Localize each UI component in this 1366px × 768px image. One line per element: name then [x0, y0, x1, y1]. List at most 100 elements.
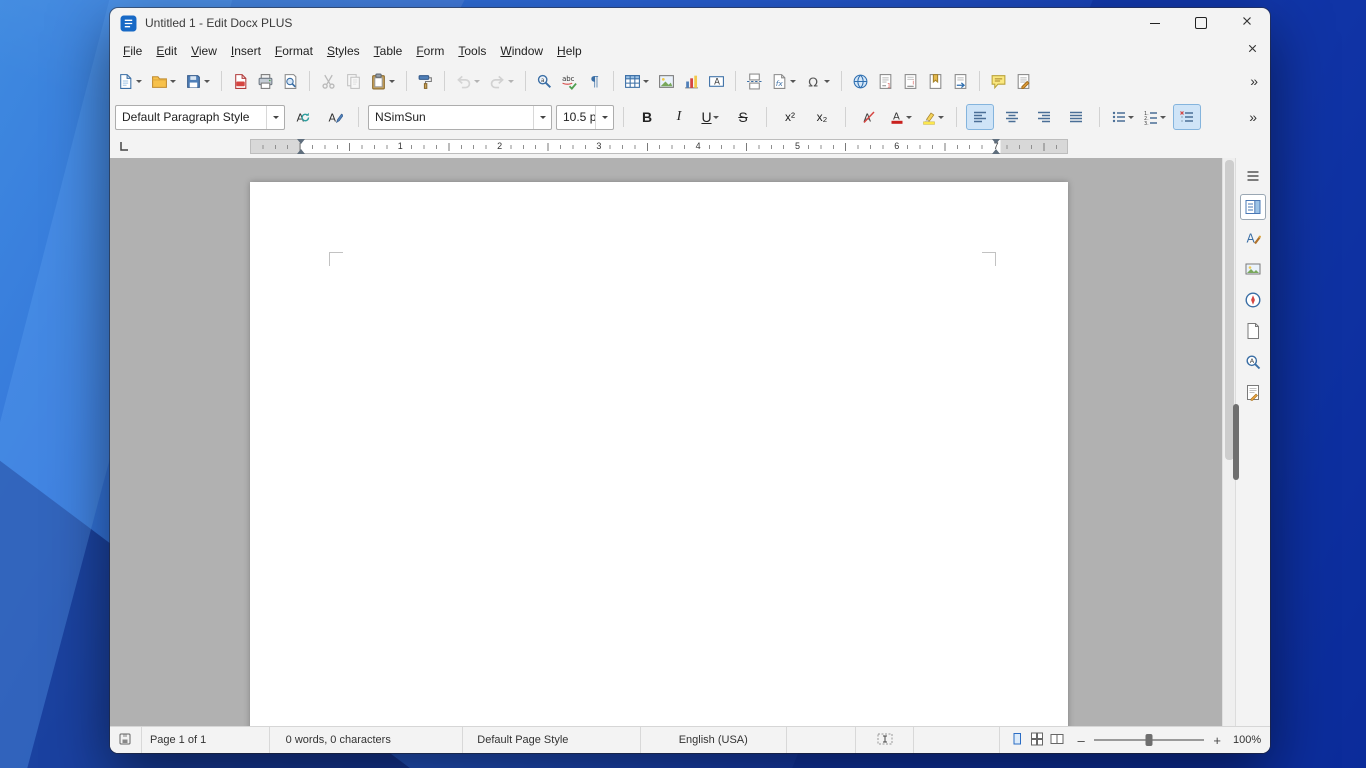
page-number-status[interactable]: Page 1 of 1 — [142, 727, 270, 753]
highlight-color-button[interactable] — [919, 104, 947, 130]
sidebar-accessibility-check-button[interactable] — [1240, 380, 1266, 406]
paragraph-style-combobox[interactable]: Default Paragraph Style — [115, 105, 285, 130]
view-multi-page-button[interactable] — [1030, 733, 1044, 747]
insert-endnote-button[interactable]: i — [899, 68, 922, 94]
titlebar[interactable]: Untitled 1 - Edit Docx PLUS — [110, 8, 1270, 38]
close-button[interactable] — [1224, 8, 1270, 38]
sidebar-gallery-button[interactable] — [1240, 256, 1266, 282]
insert-image-button[interactable] — [655, 68, 678, 94]
toolbar-overflow-button[interactable]: » — [1241, 73, 1266, 89]
dropdown-arrow-icon[interactable] — [134, 68, 143, 94]
subscript-button[interactable]: x₂ — [808, 104, 836, 130]
minimize-button[interactable] — [1132, 8, 1178, 38]
menu-file[interactable]: File — [116, 41, 149, 61]
first-line-indent-marker[interactable] — [297, 139, 305, 144]
align-left-button[interactable] — [966, 104, 994, 130]
menu-insert[interactable]: Insert — [224, 41, 268, 61]
insert-footnote-button[interactable]: 1 — [874, 68, 897, 94]
clear-formatting-button[interactable]: A — [855, 104, 883, 130]
undo-button[interactable] — [452, 68, 484, 94]
sidebar-navigator-button[interactable] — [1240, 287, 1266, 313]
dropdown-arrow-icon[interactable] — [168, 68, 177, 94]
sidebar-properties-button[interactable] — [1240, 194, 1266, 220]
dropdown-arrow-icon[interactable] — [506, 68, 515, 94]
update-style-button[interactable]: A — [289, 104, 317, 130]
dropdown-arrow-icon[interactable] — [1159, 105, 1168, 129]
close-document-button[interactable] — [1240, 40, 1264, 62]
sidebar-style-inspector-button[interactable]: A — [1240, 349, 1266, 375]
sidebar-styles-button[interactable]: A — [1240, 225, 1266, 251]
right-indent-marker[interactable] — [992, 149, 1000, 154]
sidebar-page-button[interactable] — [1240, 318, 1266, 344]
language-status[interactable]: English (USA) — [641, 727, 787, 753]
chevron-down-icon[interactable] — [533, 106, 551, 129]
dropdown-arrow-icon[interactable] — [822, 68, 831, 94]
new-style-button[interactable]: A — [321, 104, 349, 130]
zoom-slider[interactable] — [1094, 739, 1204, 741]
zoom-slider-thumb[interactable] — [1146, 734, 1153, 746]
insert-page-break-button[interactable] — [743, 68, 766, 94]
paste-button[interactable] — [367, 68, 399, 94]
menu-table[interactable]: Table — [367, 41, 410, 61]
strikethrough-button[interactable]: S — [729, 104, 757, 130]
underline-button[interactable]: U — [697, 104, 725, 130]
save-button[interactable] — [182, 68, 214, 94]
menu-window[interactable]: Window — [493, 41, 550, 61]
dropdown-arrow-icon[interactable] — [937, 105, 946, 129]
font-size-combobox[interactable]: 10.5 pt — [556, 105, 614, 130]
zoom-level-status[interactable]: 100% — [1224, 734, 1270, 746]
align-justify-button[interactable] — [1062, 104, 1090, 130]
menu-edit[interactable]: Edit — [149, 41, 184, 61]
formatting-marks-button[interactable]: ¶ — [583, 68, 606, 94]
left-indent-marker[interactable] — [297, 149, 305, 154]
copy-button[interactable] — [342, 68, 365, 94]
bullet-list-button[interactable] — [1109, 104, 1137, 130]
page-style-status[interactable]: Default Page Style — [463, 727, 641, 753]
redo-button[interactable] — [486, 68, 518, 94]
zoom-out-button[interactable]: – — [1074, 733, 1088, 748]
font-name-combobox[interactable]: NSimSun — [368, 105, 552, 130]
menu-view[interactable]: View — [184, 41, 224, 61]
insert-table-button[interactable] — [621, 68, 653, 94]
insert-bookmark-button[interactable] — [924, 68, 947, 94]
new-button[interactable] — [114, 68, 146, 94]
menu-format[interactable]: Format — [268, 41, 320, 61]
insert-textbox-button[interactable]: A — [705, 68, 728, 94]
right-indent-marker-top[interactable] — [992, 139, 1000, 144]
cut-button[interactable] — [317, 68, 340, 94]
sidebar-grip[interactable] — [1233, 404, 1239, 480]
selection-mode-status[interactable] — [856, 727, 914, 753]
word-count-status[interactable]: 0 words, 0 characters — [270, 727, 464, 753]
dropdown-arrow-icon[interactable] — [641, 68, 650, 94]
find-replace-button[interactable]: a — [533, 68, 556, 94]
dropdown-arrow-icon[interactable] — [712, 105, 721, 129]
sidebar-sidebar-settings-button[interactable] — [1240, 163, 1266, 189]
horizontal-ruler[interactable]: 1234567 — [250, 139, 1068, 154]
bold-button[interactable]: B — [633, 104, 661, 130]
insert-hyperlink-button[interactable] — [849, 68, 872, 94]
align-right-button[interactable] — [1030, 104, 1058, 130]
chevron-down-icon[interactable] — [595, 106, 613, 129]
toolbar-overflow-button[interactable]: » — [1240, 109, 1265, 125]
italic-button[interactable]: I — [665, 104, 693, 130]
dropdown-arrow-icon[interactable] — [472, 68, 481, 94]
menu-form[interactable]: Form — [409, 41, 451, 61]
dropdown-arrow-icon[interactable] — [387, 68, 396, 94]
insert-special-character-button[interactable]: Ω — [802, 68, 834, 94]
track-changes-button[interactable] — [1012, 68, 1035, 94]
clone-formatting-button[interactable] — [414, 68, 437, 94]
open-button[interactable] — [148, 68, 180, 94]
tab-stop-selector[interactable] — [116, 138, 132, 154]
dropdown-arrow-icon[interactable] — [905, 105, 914, 129]
menu-styles[interactable]: Styles — [320, 41, 367, 61]
chevron-down-icon[interactable] — [266, 106, 284, 129]
view-book-button[interactable] — [1050, 733, 1064, 747]
menu-help[interactable]: Help — [550, 41, 589, 61]
align-center-button[interactable] — [998, 104, 1026, 130]
print-button[interactable] — [254, 68, 277, 94]
no-list-button[interactable] — [1173, 104, 1201, 130]
insert-field-button[interactable]: fx — [768, 68, 800, 94]
dropdown-arrow-icon[interactable] — [202, 68, 211, 94]
insert-cross-reference-button[interactable] — [949, 68, 972, 94]
spelling-button[interactable]: abc — [558, 68, 581, 94]
